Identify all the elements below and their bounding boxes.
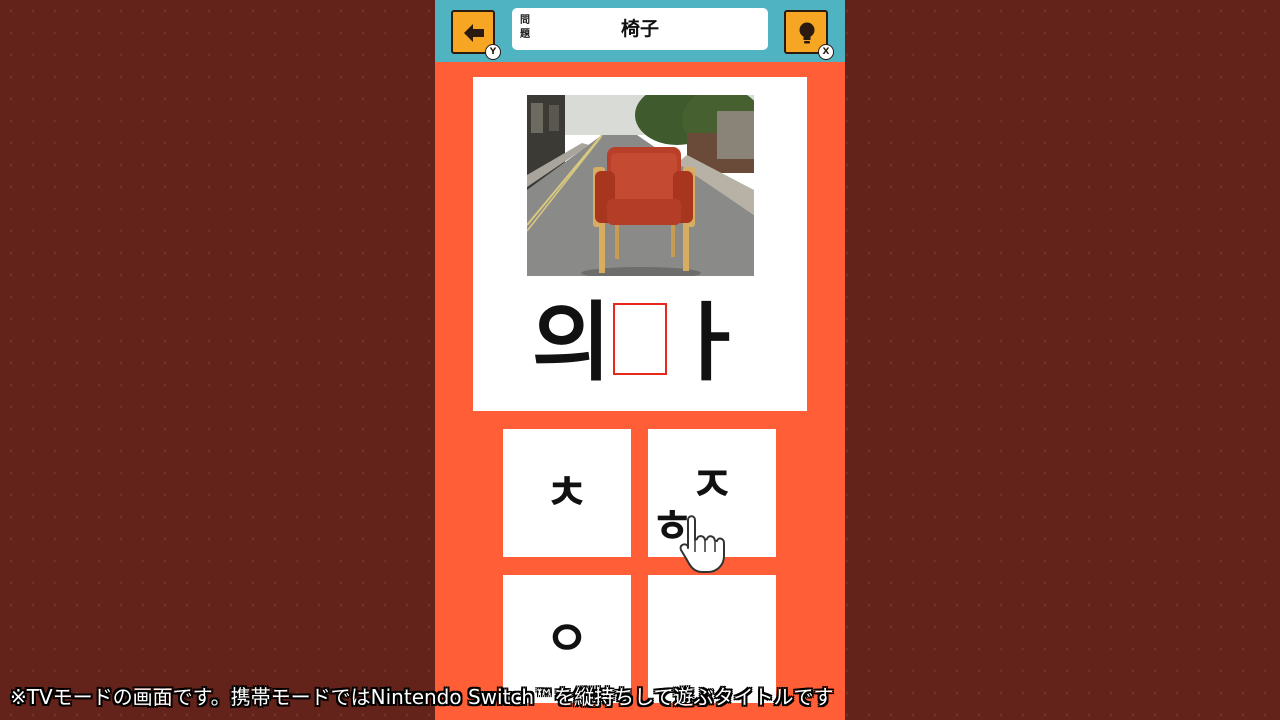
disclaimer-caption: ※TVモードの画面です。携帯モードではNintendo Switch™を縦持ちし… (10, 685, 834, 709)
lightbulb-icon (799, 22, 815, 44)
x-button-badge: X (818, 44, 834, 60)
choice-tile-1[interactable]: ㅊ (503, 429, 631, 557)
word-before-blank: 의 (531, 293, 611, 393)
answer-word: 의 ㅏ (473, 283, 807, 403)
pointing-hand-icon (679, 515, 725, 573)
arrow-left-icon (464, 24, 484, 42)
chair-in-street-photo (527, 95, 754, 276)
blank-drop-slot[interactable] (613, 303, 667, 375)
question-word: 椅子 (620, 18, 659, 40)
back-button[interactable]: Y (451, 10, 501, 60)
choice-label: ㅊ (544, 465, 590, 521)
question-card: 의 ㅏ (473, 77, 807, 411)
top-bar: Y 問題 椅子 X (435, 0, 845, 62)
y-button-badge: Y (485, 44, 501, 60)
game-screen: Y 問題 椅子 X 의 ㅏ ㅊ ㅈ ㅇ ㅎ (435, 0, 845, 720)
question-title-box: 問題 椅子 (512, 8, 768, 50)
hint-button[interactable]: X (784, 10, 834, 60)
word-after-blank: ㅏ (669, 293, 749, 393)
